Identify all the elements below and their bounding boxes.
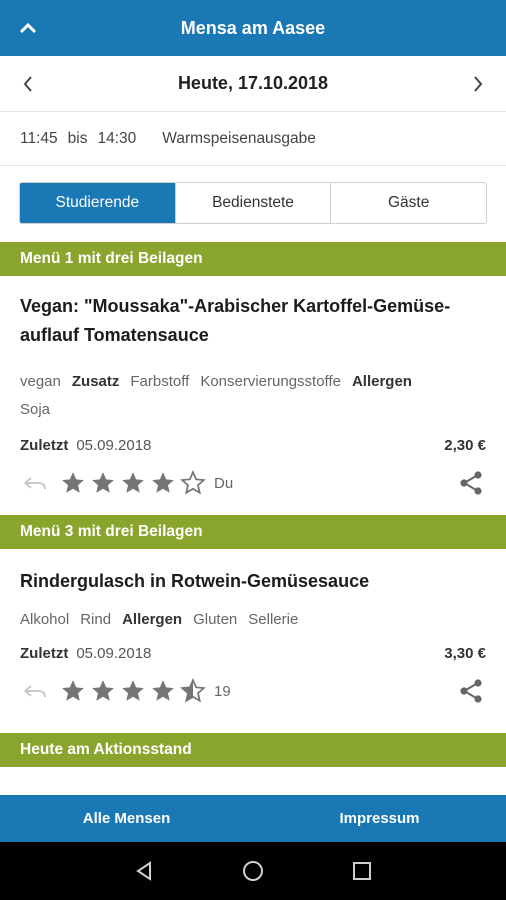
meal-card[interactable]: Rindergulasch in Rotwein-Gemüsesauce Alk…	[0, 567, 506, 706]
last-served-label: Zuletzt	[20, 437, 69, 454]
undo-icon[interactable]	[20, 678, 50, 704]
meal-name-line: auflauf Tomatensauce	[20, 325, 209, 345]
tag: Farbstoff	[130, 373, 190, 390]
price: 2,30 €	[444, 437, 486, 454]
star-full-icon[interactable]	[118, 676, 148, 706]
star-full-icon[interactable]	[88, 676, 118, 706]
star-full-icon[interactable]	[148, 468, 178, 498]
star-full-icon[interactable]	[118, 468, 148, 498]
opening-hours: 11:45 bis 14:30 Warmspeisenausgabe	[0, 112, 506, 166]
app-bar: Mensa am Aasee	[0, 0, 506, 56]
imprint-button[interactable]: Impressum	[253, 795, 506, 842]
tag: vegan	[20, 373, 61, 390]
meal-tags: Alkohol Rind Allergen Gluten Sellerie	[20, 606, 486, 634]
date-label: Heute, 17.10.2018	[177, 73, 329, 93]
hours-from: 11:45	[20, 129, 58, 147]
tag: Soja	[20, 401, 51, 418]
hours-separator: bis	[67, 129, 88, 147]
page-title: Mensa am Aasee	[180, 17, 326, 38]
star-full-icon[interactable]	[88, 468, 118, 498]
tag: Gluten	[193, 611, 238, 628]
chevron-right-icon[interactable]	[464, 70, 492, 98]
tag: Allergen	[122, 611, 183, 628]
back-triangle-icon[interactable]	[124, 851, 164, 891]
star-half-icon[interactable]	[178, 676, 208, 706]
meal-card[interactable]: Vegan: "Moussaka"-Arabischer Kartoffel-G…	[0, 292, 506, 498]
tag: Zusatz	[71, 373, 120, 390]
bottom-bar: Alle Mensen Impressum	[0, 795, 506, 842]
undo-icon[interactable]	[20, 470, 50, 496]
meal-name-line: Vegan: "Moussaka"-Arabischer Kartoffel-G…	[20, 296, 451, 316]
tag: Allergen	[351, 373, 412, 390]
segmented-control: Studierende Bedienstete Gäste	[19, 182, 487, 224]
share-icon[interactable]	[456, 676, 486, 706]
star-full-icon[interactable]	[58, 676, 88, 706]
hours-label: Warmspeisenausgabe	[162, 129, 316, 147]
meal-name: Vegan: "Moussaka"-Arabischer Kartoffel-G…	[20, 292, 486, 350]
tag: Rind	[80, 611, 112, 628]
meal-name: Rindergulasch in Rotwein-Gemüsesauce	[20, 567, 486, 596]
date-navigation: Heute, 17.10.2018	[0, 56, 506, 112]
price-row: Zuletzt 05.09.2018 2,30 €	[20, 437, 486, 454]
system-navigation-bar	[0, 842, 506, 900]
recents-square-icon[interactable]	[342, 851, 382, 891]
star-full-icon[interactable]	[58, 468, 88, 498]
share-icon[interactable]	[456, 468, 486, 498]
segment-bedienstete[interactable]: Bedienstete	[175, 183, 332, 223]
segment-studierende[interactable]: Studierende	[20, 183, 176, 223]
star-empty-icon[interactable]	[178, 468, 208, 498]
section-header: Heute am Aktionsstand	[0, 733, 506, 767]
tag: Sellerie	[248, 611, 299, 628]
section-header: Menü 3 mit drei Beilagen	[0, 515, 506, 549]
rating-count: 19	[214, 682, 231, 700]
all-canteens-button[interactable]: Alle Mensen	[0, 795, 253, 842]
last-served-date: 05.09.2018	[76, 645, 152, 662]
segment-gaeste[interactable]: Gäste	[331, 183, 486, 223]
meal-tags: vegan Zusatz Farbstoff Konservierungsstoffe…	[20, 368, 486, 424]
price: 3,30 €	[444, 645, 486, 662]
rating-row: Du	[20, 468, 486, 498]
section-header: Menü 1 mit drei Beilagen	[0, 242, 506, 276]
last-served-date: 05.09.2018	[76, 437, 152, 454]
tag: Alkohol	[20, 611, 70, 628]
rating-row: 19	[20, 676, 486, 706]
rating-stars[interactable]	[58, 468, 208, 498]
price-group-selector: Studierende Bedienstete Gäste	[0, 166, 506, 240]
hours-to: 14:30	[97, 129, 137, 147]
chevron-left-icon[interactable]	[14, 70, 42, 98]
meal-name-line: Rindergulasch in Rotwein-Gemüsesauce	[20, 571, 370, 591]
home-circle-icon[interactable]	[233, 851, 273, 891]
rating-stars[interactable]	[58, 676, 208, 706]
chevron-up-icon[interactable]	[14, 14, 42, 42]
star-full-icon[interactable]	[148, 676, 178, 706]
rating-label: Du	[214, 474, 234, 492]
last-served-label: Zuletzt	[20, 645, 69, 662]
tag: Konservierungsstoffe	[200, 373, 341, 390]
price-row: Zuletzt 05.09.2018 3,30 €	[20, 645, 486, 662]
